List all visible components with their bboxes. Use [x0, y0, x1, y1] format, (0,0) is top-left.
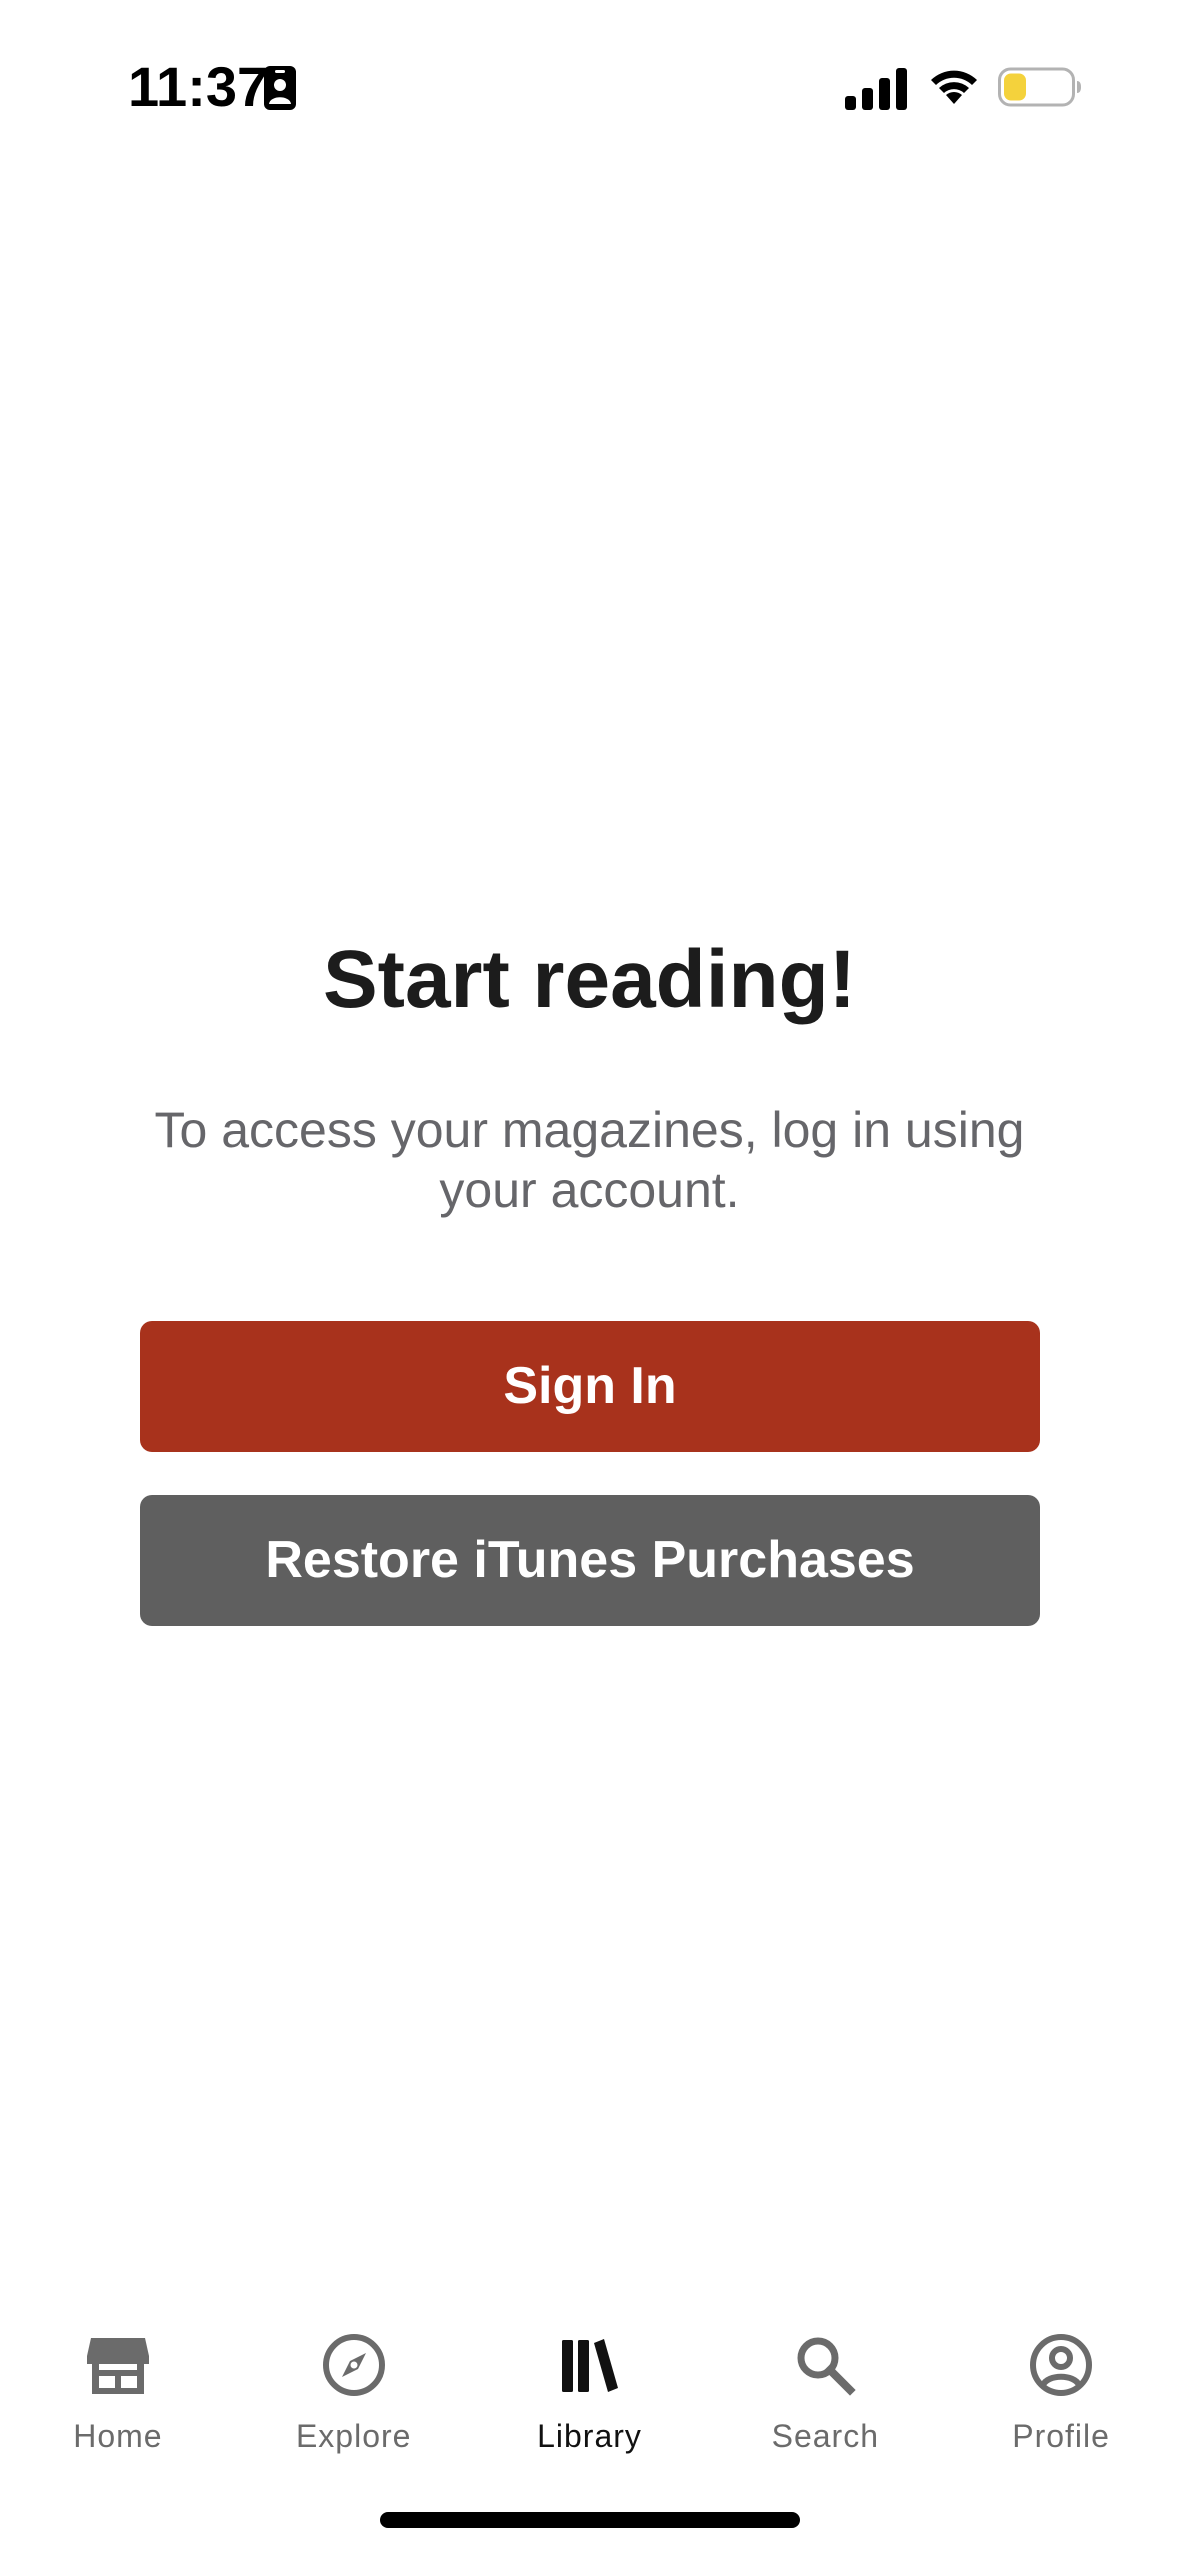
- tab-explore[interactable]: Explore: [236, 2300, 472, 2480]
- tab-library[interactable]: Library: [472, 2300, 708, 2480]
- status-time: 11:37: [128, 55, 269, 118]
- library-icon: [562, 2339, 619, 2392]
- restore-purchases-button[interactable]: Restore iTunes Purchases: [140, 1495, 1040, 1626]
- library-screen: 11:37 Start reading! To access your maga…: [0, 0, 1179, 2556]
- tab-home[interactable]: Home: [0, 2300, 236, 2480]
- tab-search[interactable]: Search: [707, 2300, 943, 2480]
- tab-bar: Home Explore Library Search Profile: [0, 2300, 1179, 2480]
- status-bar: 11:37: [0, 0, 1179, 170]
- search-icon: [797, 2337, 856, 2396]
- signal-icon: [845, 68, 907, 110]
- tab-label: Library: [537, 2418, 642, 2454]
- store-icon: [86, 2338, 149, 2394]
- tab-label: Explore: [295, 2418, 412, 2454]
- sign-in-prompt: To access your magazines, log in using y…: [154, 1102, 1025, 1218]
- tab-label: Profile: [1012, 2418, 1110, 2454]
- badge-icon: [264, 66, 296, 110]
- compass-icon: [322, 2334, 385, 2396]
- battery-icon: [998, 67, 1081, 107]
- tab-profile[interactable]: Profile: [943, 2300, 1179, 2480]
- wifi-icon: [931, 70, 977, 104]
- page-title: Start reading!: [322, 934, 857, 1025]
- profile-icon: [1030, 2334, 1093, 2396]
- tab-label: Search: [771, 2418, 879, 2454]
- sign-in-button[interactable]: Sign In: [140, 1321, 1040, 1452]
- home-indicator: [380, 2512, 800, 2528]
- tab-label: Home: [73, 2418, 163, 2454]
